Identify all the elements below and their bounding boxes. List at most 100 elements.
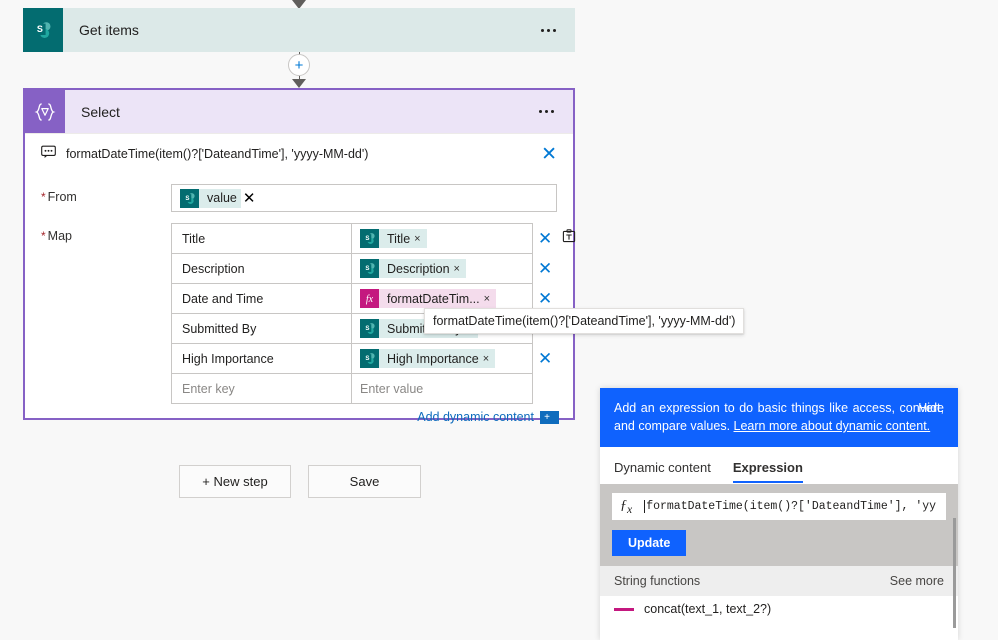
fx-icon: ƒx — [620, 497, 633, 516]
function-group-title: String functions — [614, 574, 701, 589]
token-format-datetime[interactable]: fx formatDateTim... × — [360, 289, 497, 308]
card-title-get-items: Get items — [79, 22, 139, 38]
comment-icon — [41, 145, 56, 164]
token-value[interactable]: S value — [180, 188, 241, 208]
token-label: High Importance — [387, 351, 479, 366]
update-button[interactable]: Update — [612, 530, 687, 557]
map-value-cell[interactable]: S Title × — [352, 224, 532, 253]
function-color-bar — [614, 607, 634, 611]
more-options-select[interactable] — [529, 110, 573, 113]
flyout-scrollbar[interactable] — [953, 518, 956, 628]
sharepoint-icon: S — [360, 259, 379, 278]
add-dynamic-content-label: Add dynamic content — [417, 410, 534, 424]
table-row[interactable]: Title S Title × ✕ — [172, 224, 576, 254]
field-label-map: * Map — [41, 223, 171, 243]
close-icon[interactable]: ✕ — [541, 145, 557, 164]
svg-text:S: S — [365, 265, 369, 272]
remove-token-icon[interactable]: × — [454, 263, 466, 275]
expression-summary-text: formatDateTime(item()?['DateandTime'], '… — [66, 147, 369, 161]
learn-more-link[interactable]: Learn more about dynamic content. — [734, 419, 931, 433]
card-title-select: Select — [81, 103, 120, 120]
token-high-importance[interactable]: S High Importance × — [360, 349, 496, 368]
plus-icon: + — [294, 56, 304, 74]
new-step-label: + New step — [202, 474, 268, 489]
field-label-from-text: From — [47, 190, 77, 204]
card-header-get-items: S Get items — [23, 8, 575, 52]
svg-text:S: S — [185, 195, 189, 202]
dynamic-content-flyout: Add an expression to do basic things lik… — [600, 388, 958, 640]
svg-text:S: S — [365, 355, 369, 362]
expression-input[interactable]: ƒx formatDateTime(item()?['DateandTime']… — [612, 493, 946, 521]
map-key-cell[interactable]: Description — [172, 254, 352, 283]
token-label: Title — [387, 231, 411, 246]
clear-row-icon[interactable]: ✕ — [538, 290, 552, 307]
expression-editor: ƒx formatDateTime(item()?['DateandTime']… — [600, 484, 958, 567]
token-label: formatDateTim... — [387, 291, 480, 306]
sharepoint-icon: S — [360, 349, 379, 368]
field-row-from: * From S value ✕ — [41, 184, 557, 212]
svg-text:S: S — [365, 325, 369, 332]
clear-row-icon[interactable]: ✕ — [538, 230, 552, 247]
remove-token-icon[interactable]: ✕ — [243, 189, 260, 207]
tooltip-text: formatDateTime(item()?['DateandTime'], '… — [433, 314, 736, 328]
action-card-get-items[interactable]: S Get items — [23, 8, 575, 52]
map-value-input[interactable]: Enter value — [352, 374, 532, 403]
from-input[interactable]: S value ✕ — [171, 184, 557, 212]
token-title[interactable]: S Title × — [360, 229, 427, 248]
list-item[interactable]: concat(text_1, text_2?) — [600, 596, 958, 622]
add-dynamic-content-link[interactable]: Add dynamic content + — [417, 410, 557, 424]
row-actions: ✕ — [538, 344, 552, 373]
remove-token-icon[interactable]: × — [484, 293, 496, 305]
function-group-header: String functions See more — [600, 566, 958, 597]
save-label: Save — [349, 474, 380, 489]
expression-tooltip: formatDateTime(item()?['DateandTime'], '… — [424, 308, 745, 334]
table-row[interactable]: Description S Description × ✕ — [172, 254, 552, 284]
map-key-cell[interactable]: Submitted By — [172, 314, 352, 343]
map-key-cell[interactable]: High Importance — [172, 344, 352, 373]
action-card-select[interactable]: Select formatDateTime(item()?['DateandTi… — [23, 88, 576, 424]
field-label-map-text: Map — [47, 229, 72, 243]
row-actions: ✕ — [538, 254, 552, 283]
row-actions: ✕ — [538, 224, 576, 253]
flyout-tabs: Dynamic content Expression — [600, 447, 958, 485]
sharepoint-icon: S — [360, 319, 379, 338]
more-options-get-items[interactable] — [531, 28, 575, 32]
sharepoint-icon: S — [360, 229, 379, 248]
card-header-select: Select — [25, 90, 573, 133]
clear-row-icon[interactable]: ✕ — [538, 350, 552, 367]
power-automate-designer: S Get items + Select formatDateTime(item… — [0, 0, 998, 640]
expression-summary-row[interactable]: formatDateTime(item()?['DateandTime'], '… — [41, 134, 557, 174]
table-row[interactable]: High Importance S High Importance × ✕ — [172, 344, 552, 374]
table-row-empty[interactable]: Enter key Enter value — [172, 374, 532, 404]
map-key-cell[interactable]: Date and Time — [172, 284, 352, 313]
map-key-input[interactable]: Enter key — [172, 374, 352, 403]
tab-dynamic-content[interactable]: Dynamic content — [614, 447, 711, 483]
add-dynamic-content-icon: + — [540, 410, 557, 424]
remove-token-icon[interactable]: × — [414, 233, 426, 245]
map-key-cell[interactable]: Title — [172, 224, 352, 253]
tab-expression[interactable]: Expression — [732, 447, 804, 484]
clear-row-icon[interactable]: ✕ — [538, 260, 552, 277]
svg-text:fx: fx — [366, 294, 374, 305]
hide-banner-button[interactable]: Hide — [918, 399, 944, 417]
select-card-body: formatDateTime(item()?['DateandTime'], '… — [25, 133, 576, 424]
add-step-button[interactable]: + — [288, 54, 310, 76]
switch-to-text-mode-icon[interactable] — [562, 229, 576, 248]
see-more-link[interactable]: See more — [890, 574, 944, 588]
select-curly-icon — [25, 90, 65, 133]
map-value-cell[interactable]: S High Importance × — [352, 344, 532, 373]
required-marker: * — [41, 229, 46, 243]
remove-token-icon[interactable]: × — [483, 353, 495, 365]
map-value-cell[interactable]: S Description × — [352, 254, 532, 283]
token-description[interactable]: S Description × — [360, 259, 466, 278]
sharepoint-icon: S — [180, 188, 199, 208]
update-label: Update — [628, 536, 671, 551]
new-step-button[interactable]: + New step — [179, 465, 291, 498]
sharepoint-icon: S — [23, 8, 63, 52]
svg-text:S: S — [365, 235, 369, 242]
required-marker: * — [41, 190, 46, 204]
svg-text:S: S — [37, 24, 43, 34]
token-label: Description — [387, 261, 450, 276]
save-button[interactable]: Save — [308, 465, 421, 498]
field-label-from: * From — [41, 184, 171, 204]
